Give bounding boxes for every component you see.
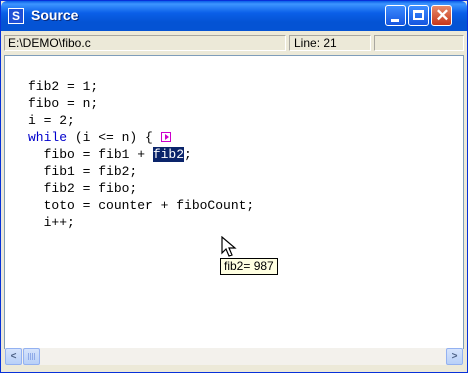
title-bar[interactable]: S Source ✕: [1, 1, 467, 31]
scroll-thumb[interactable]: [23, 348, 40, 365]
close-icon: ✕: [435, 6, 450, 25]
code-line[interactable]: fib1 = fib2;: [28, 163, 254, 180]
selected-token[interactable]: fib2: [152, 147, 185, 162]
code-line[interactable]: i = 2;: [28, 112, 254, 129]
breakpoint-icon[interactable]: [160, 132, 171, 142]
keyword-while: while: [28, 130, 68, 145]
minimize-icon: [391, 19, 399, 22]
horizontal-scrollbar[interactable]: < >: [5, 348, 463, 365]
line-number: Line: 21: [289, 35, 371, 51]
code-line-while[interactable]: while (i <= n) {: [28, 129, 254, 146]
code-editor[interactable]: fib2 = 1; fibo = n; i = 2; while (i <= n) {…: [4, 55, 464, 349]
close-button[interactable]: ✕: [431, 5, 452, 26]
source-window: S Source ✕ E:\DEMO\fibo.c Line: 21 fib2 …: [0, 0, 468, 373]
scroll-right-button[interactable]: >: [446, 348, 463, 365]
status-bar: E:\DEMO\fibo.c Line: 21: [4, 33, 464, 53]
code-line-highlight[interactable]: fibo = fib1 + fib2;: [28, 146, 254, 163]
maximize-icon: [413, 10, 424, 20]
code-line[interactable]: i++;: [28, 214, 254, 231]
window-title: Source: [31, 7, 79, 23]
code-line[interactable]: fib2 = 1;: [28, 78, 254, 95]
status-field-empty: [374, 35, 464, 51]
code-block[interactable]: fib2 = 1; fibo = n; i = 2; while (i <= n) {…: [28, 78, 254, 231]
maximize-button[interactable]: [408, 5, 429, 26]
mouse-cursor-icon: [221, 236, 237, 257]
scroll-left-button[interactable]: <: [5, 348, 22, 365]
grip-icon: [28, 353, 35, 360]
minimize-button[interactable]: [385, 5, 406, 26]
code-line[interactable]: fib2 = fibo;: [28, 180, 254, 197]
code-line[interactable]: toto = counter + fiboCount;: [28, 197, 255, 214]
variable-tooltip: fib2= 987: [220, 258, 278, 275]
app-icon[interactable]: S: [8, 8, 24, 24]
code-line[interactable]: fibo = n;: [28, 95, 254, 112]
file-path: E:\DEMO\fibo.c: [4, 35, 286, 51]
